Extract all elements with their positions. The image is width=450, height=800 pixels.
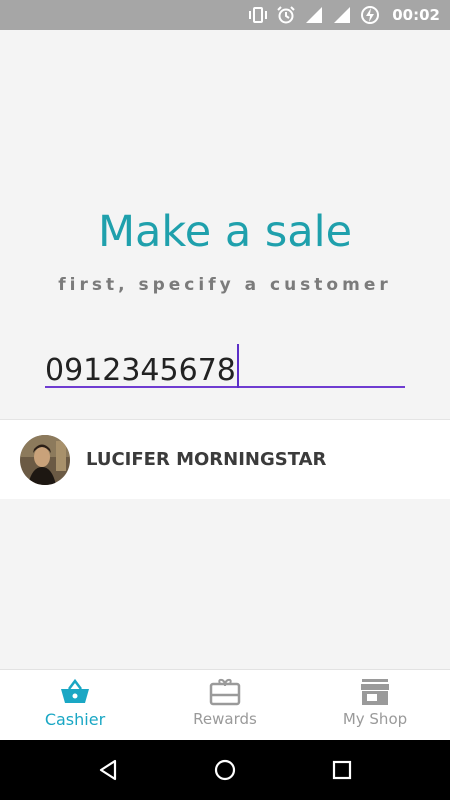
text-caret xyxy=(236,344,239,388)
nav-cashier[interactable]: Cashier xyxy=(0,670,150,740)
battery-charging-icon xyxy=(360,5,380,25)
bottom-nav: Cashier Rewards My Shop xyxy=(0,669,450,740)
phone-input-value: 0912345678 xyxy=(45,353,236,388)
phone-input[interactable]: 0912345678 xyxy=(45,340,405,388)
status-bar: 00:02 xyxy=(0,0,450,30)
nav-label-rewards: Rewards xyxy=(193,710,257,728)
customer-result-row[interactable]: LUCIFER MORNINGSTAR xyxy=(0,419,450,499)
nav-my-shop[interactable]: My Shop xyxy=(300,670,450,740)
signal-icon xyxy=(332,5,352,25)
page-title: Make a sale xyxy=(97,207,353,257)
nav-rewards[interactable]: Rewards xyxy=(150,670,300,740)
clock-time: 00:02 xyxy=(392,6,440,24)
recents-icon[interactable] xyxy=(322,750,362,790)
avatar xyxy=(20,434,70,485)
back-icon[interactable] xyxy=(88,750,128,790)
alarm-icon xyxy=(276,5,296,25)
page-subtitle: first, specify a customer xyxy=(58,275,392,295)
storefront-icon xyxy=(359,678,391,706)
basket-icon xyxy=(59,678,91,706)
nav-label-cashier: Cashier xyxy=(44,710,106,729)
customer-name: LUCIFER MORNINGSTAR xyxy=(86,449,327,470)
home-icon[interactable] xyxy=(205,750,245,790)
main-content: Make a sale first, specify a customer 09… xyxy=(0,30,450,669)
vibrate-icon xyxy=(248,5,268,25)
nav-label-my-shop: My Shop xyxy=(342,710,408,728)
signal-icon xyxy=(304,5,324,25)
gift-card-icon xyxy=(209,678,241,706)
system-nav-bar xyxy=(0,740,450,800)
